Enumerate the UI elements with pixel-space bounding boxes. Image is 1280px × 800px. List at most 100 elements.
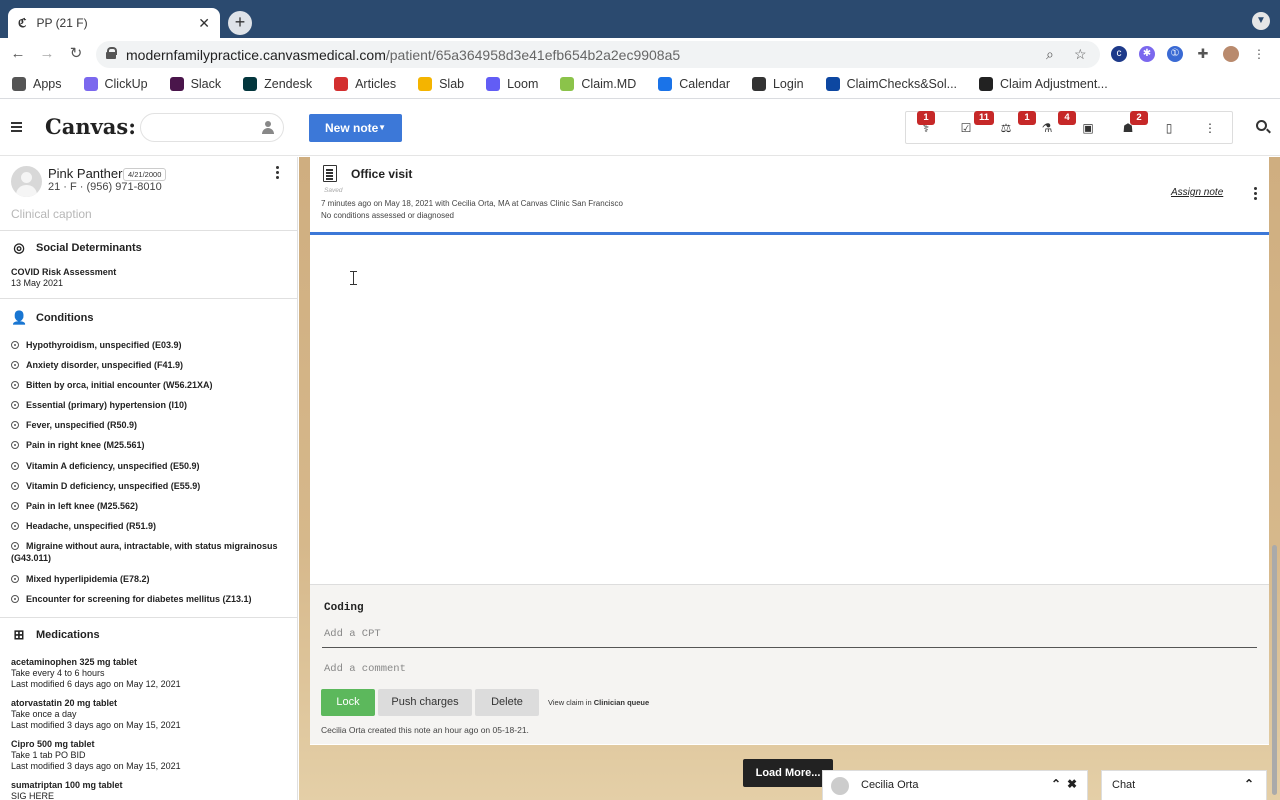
- medication-item[interactable]: sumatriptan 100 mg tablet SIG HERE: [11, 780, 123, 800]
- bookmark-3[interactable]: Zendesk: [243, 77, 312, 91]
- claim-adjustment-icon: [979, 77, 994, 91]
- new-tab-button[interactable]: +: [228, 11, 252, 35]
- patient-search-input[interactable]: [140, 113, 284, 142]
- condition-item[interactable]: Hypothyroidism, unspecified (E03.9): [11, 339, 296, 352]
- bookmark-9[interactable]: Login: [751, 77, 804, 91]
- chevron-up-icon[interactable]: ⌃: [1051, 777, 1061, 791]
- close-tab-icon[interactable]: ✕: [198, 15, 210, 32]
- condition-status-icon[interactable]: [11, 421, 19, 430]
- covid-assessment[interactable]: COVID Risk Assessment 13 May 2021: [11, 267, 116, 289]
- browser-menu-icon[interactable]: ▼: [1252, 12, 1270, 30]
- note-title[interactable]: Office visit: [351, 167, 412, 181]
- extensions-puzzle-icon[interactable]: ✚: [1195, 46, 1211, 62]
- medical-caduceus-icon[interactable]: ⚕ 1: [917, 111, 935, 136]
- bookmark-4[interactable]: Articles: [334, 77, 396, 91]
- browser-more-icon[interactable]: ⋮: [1251, 46, 1267, 62]
- condition-item[interactable]: Migraine without aura, intractable, with…: [11, 540, 296, 565]
- condition-item[interactable]: Encounter for screening for diabetes mel…: [11, 593, 296, 606]
- condition-status-icon[interactable]: [11, 401, 19, 410]
- onepassword-icon[interactable]: ①: [1167, 46, 1183, 62]
- condition-item[interactable]: Pain in right knee (M25.561): [11, 439, 296, 452]
- task-checkbox-icon[interactable]: ☑: [958, 120, 974, 136]
- coding-section: Coding Add a CPT Add a comment Lock Push…: [310, 584, 1269, 744]
- condition-status-icon[interactable]: [11, 341, 19, 349]
- conditions-header[interactable]: 👤 Conditions: [11, 310, 93, 325]
- note-menu-icon[interactable]: [1254, 187, 1258, 201]
- menu-icon[interactable]: [11, 122, 22, 132]
- reload-icon[interactable]: ↻: [66, 44, 86, 64]
- view-claim-link[interactable]: View claim in Clinician queue: [548, 698, 649, 707]
- referral-person-icon[interactable]: ☗ 2: [1120, 111, 1148, 136]
- bookmark-5[interactable]: Slab: [418, 77, 464, 91]
- comment-input[interactable]: Add a comment: [322, 655, 1257, 683]
- forward-arrow-icon[interactable]: →: [37, 44, 57, 64]
- bookmark-7[interactable]: Claim.MD: [560, 77, 636, 91]
- condition-item[interactable]: Pain in left knee (M25.562): [11, 500, 296, 513]
- address-bar[interactable]: modernfamilypractice.canvasmedical.com/p…: [96, 41, 1100, 68]
- condition-status-icon[interactable]: [11, 441, 19, 450]
- condition-item[interactable]: Mixed hyperlipidemia (E78.2): [11, 573, 296, 586]
- condition-status-icon[interactable]: [11, 501, 19, 510]
- extension-icon[interactable]: c: [1111, 46, 1127, 62]
- patient-avatar: [11, 166, 42, 197]
- assign-note-link[interactable]: Assign note: [1171, 187, 1223, 198]
- scale-balance-icon[interactable]: ⚖ 11: [974, 111, 1014, 136]
- condition-status-icon[interactable]: [11, 381, 19, 390]
- tab-title: PP (21 F): [36, 16, 88, 30]
- back-arrow-icon[interactable]: ←: [8, 44, 28, 64]
- push-charges-button[interactable]: Push charges: [378, 689, 472, 716]
- medication-item[interactable]: acetaminophen 325 mg tablet Take every 4 …: [11, 657, 181, 690]
- profile-avatar[interactable]: [1223, 46, 1239, 62]
- condition-item[interactable]: Vitamin A deficiency, unspecified (E50.9…: [11, 460, 296, 473]
- condition-status-icon[interactable]: [11, 574, 19, 583]
- lock-button[interactable]: Lock: [321, 689, 375, 716]
- search-icon[interactable]: [1256, 120, 1267, 131]
- clinical-caption-input[interactable]: Clinical caption: [11, 207, 92, 221]
- condition-item[interactable]: Anxiety disorder, unspecified (F41.9): [11, 359, 296, 372]
- condition-status-icon[interactable]: [11, 594, 19, 603]
- bookmark-8[interactable]: Calendar: [658, 77, 730, 91]
- condition-status-icon[interactable]: [11, 481, 19, 490]
- image-icon[interactable]: ▣ 4: [1058, 111, 1096, 136]
- bookmark-10[interactable]: ClaimChecks&Sol...: [825, 77, 957, 91]
- social-determinants-header[interactable]: ◎ Social Determinants: [11, 240, 141, 255]
- extension-badge-icon[interactable]: ✱: [1139, 46, 1155, 62]
- condition-status-icon[interactable]: [11, 541, 19, 550]
- delete-button[interactable]: Delete: [475, 689, 539, 716]
- load-more-button[interactable]: Load More...: [743, 759, 833, 787]
- bookmark-2[interactable]: Slack: [169, 77, 221, 91]
- chevron-up-icon[interactable]: ⌃: [1244, 777, 1254, 791]
- chat-bar[interactable]: Chat ⌃: [1101, 770, 1267, 800]
- patient-menu-icon[interactable]: [276, 166, 280, 180]
- chat-user-bar[interactable]: Cecilia Orta ⌃ ✖: [822, 770, 1088, 800]
- condition-item[interactable]: Vitamin D deficiency, unspecified (E55.9…: [11, 480, 296, 493]
- scrollbar[interactable]: [1272, 545, 1277, 795]
- document-icon[interactable]: ▯: [1161, 120, 1177, 136]
- more-options-icon[interactable]: ⋮: [1202, 120, 1218, 136]
- cpt-input[interactable]: Add a CPT: [322, 620, 1257, 648]
- clinician-queue-link[interactable]: Clinician queue: [594, 698, 649, 707]
- condition-item[interactable]: Headache, unspecified (R51.9): [11, 520, 296, 533]
- condition-item[interactable]: Bitten by orca, initial encounter (W56.2…: [11, 379, 296, 392]
- condition-label: Pain in right knee (M25.561): [26, 440, 145, 451]
- zoom-search-icon[interactable]: ⌕: [1046, 46, 1054, 63]
- bookmark-label: Apps: [33, 77, 62, 91]
- lab-flask-icon[interactable]: ⚗ 1: [1018, 111, 1055, 136]
- bookmark-1[interactable]: ClickUp: [83, 77, 148, 91]
- bookmark-star-icon[interactable]: ☆: [1074, 46, 1087, 63]
- condition-item[interactable]: Fever, unspecified (R50.9): [11, 419, 296, 432]
- condition-status-icon[interactable]: [11, 461, 19, 470]
- new-note-button[interactable]: New note ▼: [309, 114, 402, 142]
- condition-item[interactable]: Essential (primary) hypertension (I10): [11, 399, 296, 412]
- bookmark-11[interactable]: Claim Adjustment...: [979, 77, 1108, 91]
- close-icon[interactable]: ✖: [1067, 777, 1077, 791]
- bookmark-6[interactable]: Loom: [486, 77, 538, 91]
- condition-status-icon[interactable]: [11, 361, 19, 370]
- bookmark-0[interactable]: Apps: [12, 77, 62, 91]
- medication-item[interactable]: Cipro 500 mg tablet Take 1 tab PO BID Last…: [11, 739, 181, 772]
- condition-status-icon[interactable]: [11, 521, 19, 530]
- medication-item[interactable]: atorvastatin 20 mg tablet Take once a day…: [11, 698, 181, 731]
- browser-tab[interactable]: ℭ PP (21 F) ✕: [8, 8, 220, 38]
- patient-name[interactable]: Pink Panther: [48, 166, 122, 181]
- medications-header[interactable]: ⊞ Medications: [11, 627, 100, 642]
